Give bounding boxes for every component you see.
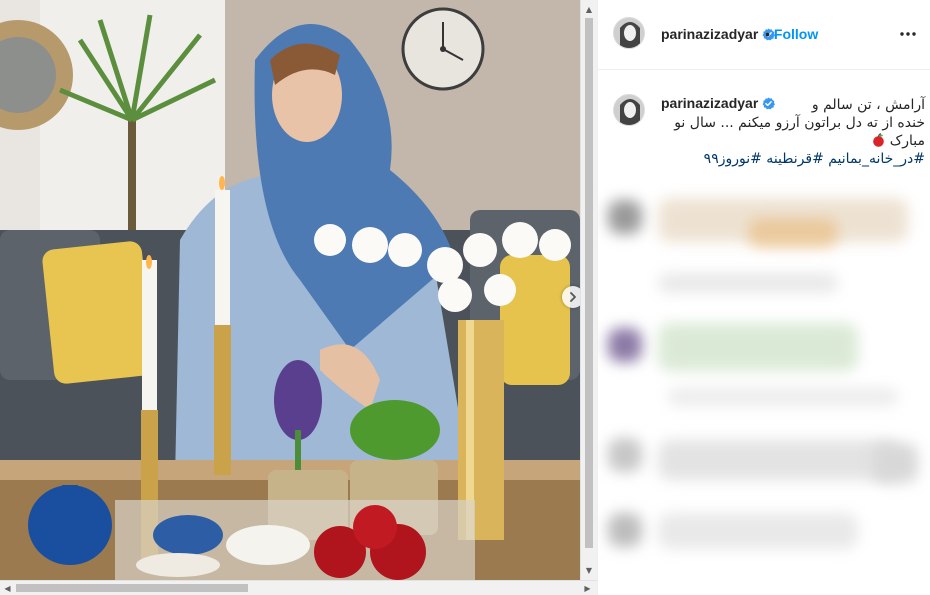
scroll-down-arrow-icon[interactable]: ▼ bbox=[581, 562, 597, 578]
scroll-up-arrow-icon[interactable]: ▲ bbox=[581, 1, 597, 17]
post-image bbox=[0, 0, 580, 580]
blurred-avatar bbox=[608, 328, 642, 362]
caption-hashtags[interactable]: #در_خانه_بمانیم #قرنطینه #نوروز۹۹ bbox=[661, 150, 925, 168]
blurred-comment bbox=[873, 443, 918, 483]
caption-line-1: آرامش ، تن سالم و bbox=[811, 97, 925, 113]
blurred-avatar bbox=[608, 513, 642, 547]
chevron-right-icon bbox=[570, 292, 576, 302]
caption-line-2: خنده از ته دل براتون آرزو میکنم ... سال … bbox=[674, 115, 925, 131]
caption-text: آرامش ، تن سالم و خنده از ته دل براتون آ… bbox=[661, 96, 925, 168]
username-link[interactable]: parinazizadyar bbox=[661, 26, 776, 42]
username-text: parinazizadyar bbox=[661, 26, 759, 42]
blurred-comment bbox=[658, 323, 858, 371]
caption-line-3-wrap: مبارک bbox=[661, 132, 925, 150]
next-photo-button[interactable] bbox=[562, 286, 580, 308]
horizontal-scrollbar[interactable]: ◀ ▶ bbox=[0, 580, 597, 595]
avatar[interactable] bbox=[613, 17, 645, 49]
caption-line-3: مبارک bbox=[889, 133, 925, 149]
separator-dot: • bbox=[765, 26, 770, 42]
blurred-comment bbox=[658, 273, 838, 293]
more-options-icon bbox=[900, 32, 916, 36]
post-side-panel: parinazizadyar • Follow parinazizadyar آ… bbox=[597, 0, 930, 595]
avatar-image bbox=[614, 18, 644, 48]
red-apple-icon bbox=[873, 133, 885, 147]
more-options-button[interactable] bbox=[898, 24, 918, 44]
blurred-avatar bbox=[608, 438, 642, 472]
avatar-image bbox=[614, 95, 644, 125]
blurred-comment bbox=[668, 388, 898, 406]
vertical-scrollbar-thumb[interactable] bbox=[585, 18, 593, 548]
follow-button[interactable]: Follow bbox=[774, 26, 818, 42]
blurred-comment bbox=[658, 440, 898, 480]
follow-area: • Follow bbox=[765, 26, 818, 42]
horizontal-scrollbar-thumb[interactable] bbox=[16, 584, 248, 592]
vertical-scrollbar[interactable]: ▲ ▼ bbox=[580, 0, 597, 580]
comments-area-blurred bbox=[598, 178, 930, 595]
blurred-avatar bbox=[608, 200, 642, 234]
scroll-left-arrow-icon[interactable]: ◀ bbox=[0, 581, 15, 595]
blurred-comment-accent bbox=[748, 218, 838, 248]
caption-avatar[interactable] bbox=[613, 94, 645, 126]
post-photo[interactable] bbox=[0, 0, 580, 580]
post-header: parinazizadyar • Follow bbox=[598, 0, 930, 70]
blurred-comment bbox=[658, 513, 858, 549]
scroll-right-arrow-icon[interactable]: ▶ bbox=[580, 581, 595, 595]
